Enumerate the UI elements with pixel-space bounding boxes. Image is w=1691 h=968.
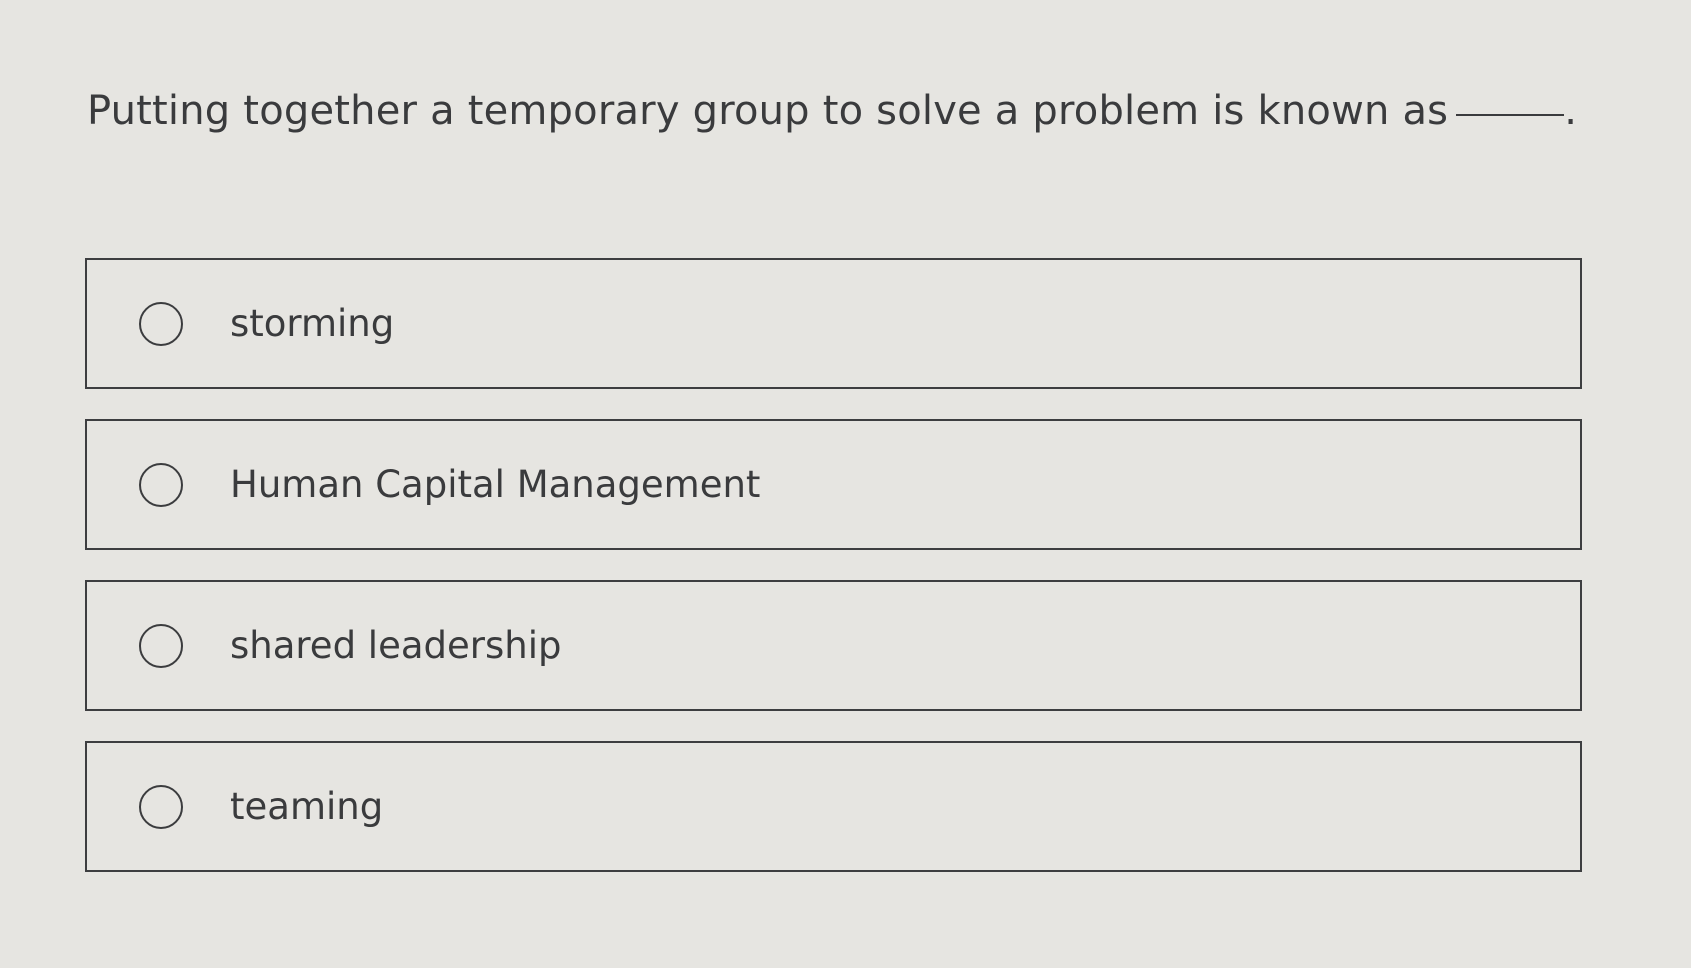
option-storming[interactable]: storming [85,258,1582,389]
radio-button-icon[interactable] [139,463,183,507]
option-label: storming [230,302,395,345]
option-human-capital-management[interactable]: Human Capital Management [85,419,1582,550]
question-period: . [1564,88,1578,134]
radio-button-icon[interactable] [139,302,183,346]
option-teaming[interactable]: teaming [85,741,1582,872]
radio-button-icon[interactable] [139,785,183,829]
option-shared-leadership[interactable]: shared leadership [85,580,1582,711]
option-label: teaming [230,785,384,828]
question-text: Putting together a temporary group to so… [87,88,1449,134]
answer-options: storming Human Capital Management shared… [85,258,1582,902]
question-text-container: Putting together a temporary group to so… [87,88,1577,134]
option-label: Human Capital Management [230,463,761,506]
radio-button-icon[interactable] [139,624,183,668]
option-label: shared leadership [230,624,562,667]
answer-blank [1456,114,1565,116]
